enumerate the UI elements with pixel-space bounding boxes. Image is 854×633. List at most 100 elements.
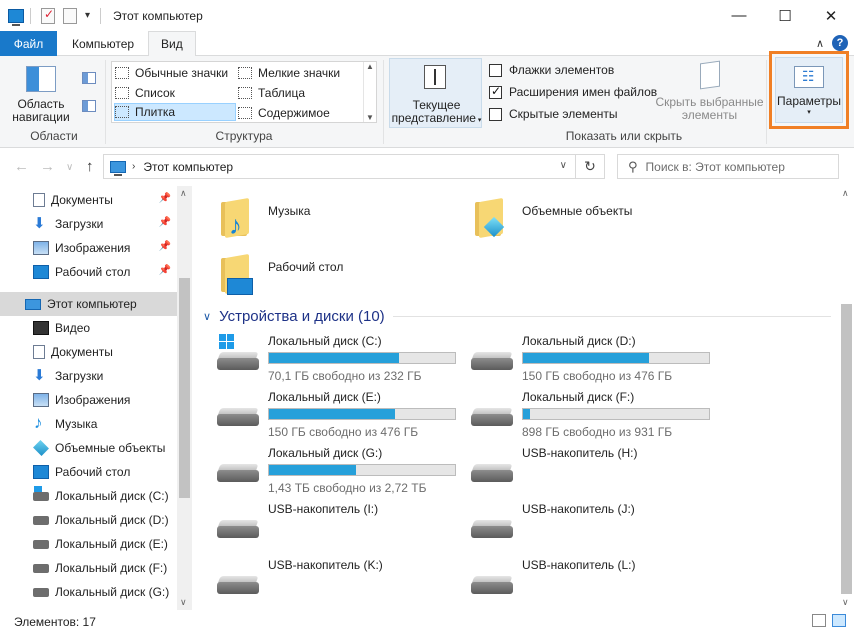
drive-tile-h[interactable]: USB-накопитель (H:) bbox=[447, 444, 701, 496]
item-checkboxes-toggle[interactable]: Флажки элементов bbox=[489, 61, 614, 79]
content-scrollbar[interactable]: ∧ ∨ bbox=[839, 186, 854, 610]
nav-item-downloads-quick[interactable]: Загрузки 📌 bbox=[0, 212, 177, 236]
layout-list[interactable]: Список bbox=[115, 84, 175, 102]
usb-drive-icon bbox=[217, 518, 259, 542]
quick-access-dropdown-icon[interactable]: ▾ bbox=[85, 10, 90, 21]
nav-item-pictures-quick[interactable]: Изображения 📌 bbox=[0, 236, 177, 260]
drive-tile-k[interactable]: USB-накопитель (K:) bbox=[193, 556, 447, 608]
current-view-icon bbox=[424, 65, 446, 89]
breadcrumb-this-pc[interactable]: Этот компьютер bbox=[143, 160, 233, 174]
navigation-pane-icon bbox=[26, 66, 56, 92]
nav-item-downloads[interactable]: Загрузки bbox=[0, 364, 177, 388]
drive-tile-j[interactable]: USB-накопитель (J:) bbox=[447, 500, 701, 552]
scroll-up-icon[interactable]: ∧ bbox=[180, 188, 187, 199]
layout-small-icons[interactable]: Мелкие значки bbox=[238, 64, 340, 82]
group-divider bbox=[766, 60, 767, 144]
collapse-ribbon-icon[interactable]: ∧ bbox=[816, 37, 824, 50]
nav-item-pictures[interactable]: Изображения bbox=[0, 388, 177, 412]
tab-file[interactable]: Файл bbox=[0, 31, 57, 56]
gallery-down-icon[interactable]: ▼ bbox=[366, 113, 374, 122]
close-button[interactable]: ✕ bbox=[808, 0, 854, 31]
drive-usage-bar bbox=[522, 352, 710, 364]
nav-item-label: Документы bbox=[51, 193, 113, 207]
nav-item-drive-f[interactable]: Локальный диск (F:) bbox=[0, 556, 177, 580]
folder-tile-3d-objects[interactable]: Объемные объекты bbox=[447, 190, 697, 242]
breadcrumb-chevron-icon[interactable]: › bbox=[132, 161, 135, 172]
layout-tiles[interactable]: Плитка bbox=[114, 103, 236, 121]
details-view-icon[interactable] bbox=[812, 614, 826, 627]
details-pane-icon[interactable] bbox=[82, 100, 96, 112]
gallery-up-icon[interactable]: ▲ bbox=[366, 62, 374, 71]
file-extensions-toggle[interactable]: Расширения имен файлов bbox=[489, 83, 657, 101]
tab-computer[interactable]: Компьютер bbox=[60, 31, 146, 56]
drive-tile-i[interactable]: USB-накопитель (I:) bbox=[193, 500, 447, 552]
folder-tile-music[interactable]: ♪ Музыка bbox=[193, 190, 443, 242]
content-scroll-thumb[interactable] bbox=[841, 304, 852, 594]
scroll-down-icon[interactable]: ∨ bbox=[842, 597, 849, 608]
search-input[interactable]: ⚲ Поиск в: Этот компьютер bbox=[617, 154, 839, 179]
back-button[interactable]: ← bbox=[14, 158, 29, 175]
nav-item-3d-objects[interactable]: Объемные объекты bbox=[0, 436, 177, 460]
nav-pane-scrollbar[interactable]: ∧ ∨ bbox=[177, 186, 192, 610]
current-view-button[interactable]: Текущее представление ▾ bbox=[389, 58, 482, 128]
devices-group-header[interactable]: ∨ Устройства и диски (10) bbox=[203, 306, 831, 326]
forward-button[interactable]: → bbox=[40, 158, 55, 175]
layout-gallery-scroll[interactable]: ▲ ▼ bbox=[363, 62, 376, 122]
nav-item-this-pc[interactable]: Этот компьютер bbox=[0, 292, 177, 316]
drive-tile-c[interactable]: Локальный диск (C:) 70,1 ГБ свободно из … bbox=[193, 332, 456, 384]
nav-item-documents[interactable]: Документы bbox=[0, 340, 177, 364]
pin-icon: 📌 bbox=[158, 241, 171, 252]
this-pc-icon[interactable] bbox=[8, 8, 24, 26]
large-icons-view-icon[interactable] bbox=[832, 614, 846, 627]
drive-tile-g[interactable]: Локальный диск (G:) 1,43 ТБ свободно из … bbox=[193, 444, 456, 496]
drive-icon bbox=[33, 515, 49, 525]
drive-icon bbox=[33, 587, 49, 597]
nav-item-drive-d[interactable]: Локальный диск (D:) bbox=[0, 508, 177, 532]
properties-quick-icon[interactable] bbox=[41, 7, 55, 24]
hidden-items-toggle[interactable]: Скрытые элементы bbox=[489, 105, 618, 123]
new-folder-quick-icon[interactable] bbox=[63, 7, 77, 24]
nav-item-label: Видео bbox=[55, 321, 91, 335]
search-placeholder: Поиск в: Этот компьютер bbox=[645, 159, 785, 174]
scroll-down-icon[interactable]: ∨ bbox=[180, 597, 187, 608]
hide-selected-button[interactable]: Скрыть выбранные элементы bbox=[652, 60, 767, 122]
nav-item-desktop[interactable]: Рабочий стол bbox=[0, 460, 177, 484]
layout-content[interactable]: Содержимое bbox=[238, 104, 330, 122]
layout-group-label: Структура bbox=[215, 129, 273, 143]
nav-pane-scroll-thumb[interactable] bbox=[179, 278, 190, 498]
nav-item-music[interactable]: Музыка bbox=[0, 412, 177, 436]
3d-objects-folder-icon bbox=[471, 197, 505, 239]
tab-view[interactable]: Вид bbox=[148, 31, 196, 57]
options-button[interactable]: Параметры ▾ bbox=[775, 57, 843, 123]
options-icon bbox=[794, 66, 824, 88]
nav-item-drive-c[interactable]: Локальный диск (C:) bbox=[0, 484, 177, 508]
drive-tile-d[interactable]: Локальный диск (D:) 150 ГБ свободно из 4… bbox=[447, 332, 710, 384]
layout-large-icons[interactable]: Обычные значки bbox=[115, 64, 228, 82]
scroll-up-icon[interactable]: ∧ bbox=[842, 188, 849, 199]
nav-item-videos[interactable]: Видео bbox=[0, 316, 177, 340]
folder-tile-desktop[interactable]: Рабочий стол bbox=[193, 246, 443, 298]
nav-item-documents-quick[interactable]: Документы 📌 bbox=[0, 188, 177, 212]
maximize-button[interactable]: ☐ bbox=[762, 0, 808, 31]
item-checkboxes-checkbox[interactable] bbox=[489, 63, 502, 77]
file-extensions-checkbox[interactable] bbox=[489, 84, 502, 99]
drive-tile-e[interactable]: Локальный диск (E:) 150 ГБ свободно из 4… bbox=[193, 388, 456, 440]
preview-pane-icon[interactable] bbox=[82, 72, 96, 84]
nav-item-desktop-quick[interactable]: Рабочий стол 📌 bbox=[0, 260, 177, 284]
address-field[interactable]: › Этот компьютер ∨ bbox=[103, 154, 576, 179]
layout-details[interactable]: Таблица bbox=[238, 84, 305, 102]
drive-tile-l[interactable]: USB-накопитель (L:) bbox=[447, 556, 701, 608]
drive-tile-f[interactable]: Локальный диск (F:) 898 ГБ свободно из 9… bbox=[447, 388, 710, 440]
recent-locations-button[interactable]: ∨ bbox=[66, 162, 73, 173]
minimize-button[interactable]: — bbox=[716, 0, 762, 31]
nav-item-drive-g[interactable]: Локальный диск (G:) bbox=[0, 580, 177, 604]
refresh-button[interactable]: ↻ bbox=[576, 154, 605, 179]
drive-name: Локальный диск (D:) bbox=[522, 334, 636, 348]
chevron-down-icon[interactable]: ∨ bbox=[203, 310, 211, 323]
nav-item-drive-e[interactable]: Локальный диск (E:) bbox=[0, 532, 177, 556]
up-button[interactable]: ↑ bbox=[86, 158, 94, 175]
hidden-items-checkbox[interactable] bbox=[489, 107, 502, 121]
help-icon[interactable]: ? bbox=[832, 35, 848, 51]
navigation-pane-button[interactable]: Область навигации bbox=[8, 66, 74, 124]
address-dropdown-icon[interactable]: ∨ bbox=[560, 160, 567, 171]
